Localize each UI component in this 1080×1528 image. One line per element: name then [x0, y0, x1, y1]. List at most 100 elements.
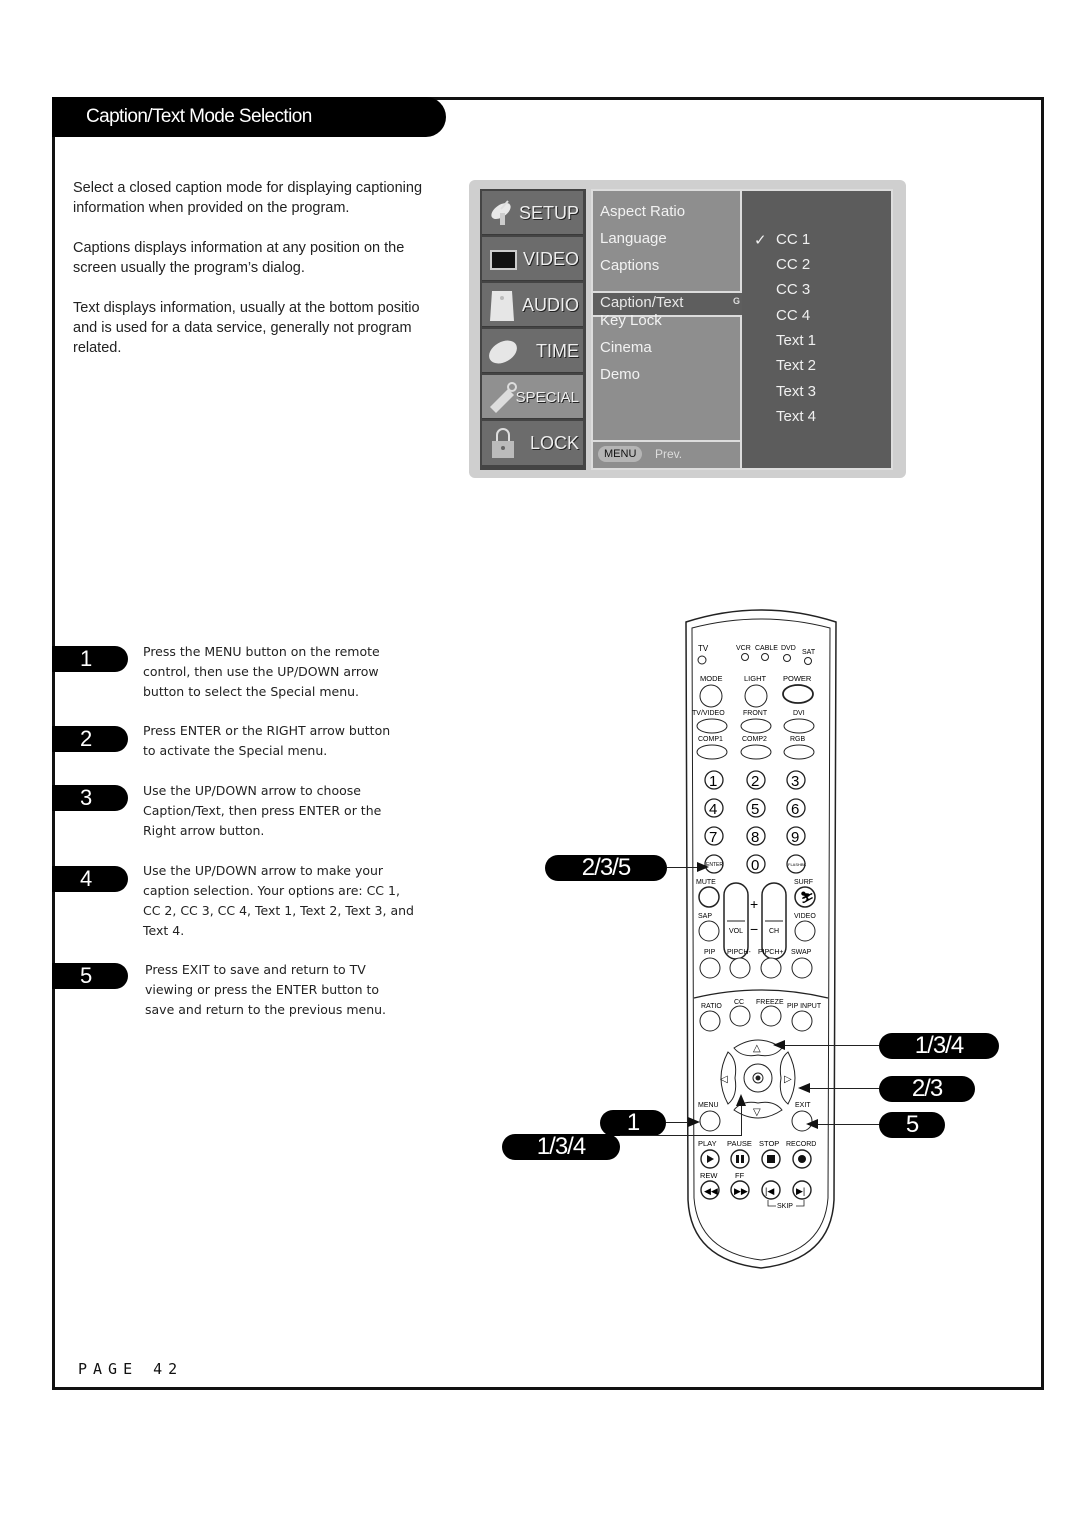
option-cc1[interactable]: CC 1 — [776, 231, 810, 248]
sat-indicator[interactable] — [804, 657, 812, 665]
digit-label: 2 — [751, 773, 759, 790]
option-text2[interactable]: Text 2 — [776, 357, 816, 374]
intro-line: Captions displays information at any pos… — [73, 240, 405, 256]
light-button[interactable] — [744, 684, 768, 708]
arrow-icon — [736, 1094, 746, 1106]
tv-indicator[interactable] — [697, 655, 707, 665]
dvi-button[interactable] — [783, 718, 815, 734]
power-button[interactable] — [782, 684, 814, 704]
step-text: Press the MENU button on the remote cont… — [143, 642, 433, 702]
step-text: Press EXIT to save and return to TV view… — [145, 960, 435, 1020]
flashback-label: FLASHBK — [788, 862, 807, 867]
option-cc2[interactable]: CC 2 — [776, 256, 810, 273]
menu-button[interactable]: MENU — [598, 446, 643, 462]
source-label-vcr: VCR — [736, 645, 751, 652]
dvi-label: DVI — [793, 710, 805, 717]
intro-line: and is used for a data service, generall… — [73, 320, 412, 336]
comp2-label: COMP2 — [742, 736, 767, 743]
submenu-cinema[interactable]: Cinema — [600, 339, 652, 356]
side-item-special[interactable]: SPECIAL — [482, 375, 583, 419]
step-number-badge: 3 — [52, 785, 128, 811]
surf-label: SURF — [794, 879, 813, 886]
vcr-indicator[interactable] — [741, 653, 749, 661]
rgb-button[interactable] — [783, 744, 815, 760]
side-item-audio[interactable]: AUDIO — [482, 283, 583, 327]
submenu-demo[interactable]: Demo — [600, 366, 640, 383]
submenu-captions[interactable]: Captions — [600, 257, 659, 274]
vol-label: VOL — [729, 928, 743, 935]
cable-indicator[interactable] — [761, 653, 769, 661]
rew-label: REW — [700, 1171, 718, 1180]
pause-button[interactable] — [730, 1149, 750, 1169]
intro-text: Select a closed caption mode for display… — [73, 178, 473, 378]
side-item-lock[interactable]: LOCK — [482, 421, 583, 465]
ratio-button[interactable] — [699, 1010, 721, 1032]
pipch-minus-button[interactable] — [729, 957, 751, 979]
rewind-icon: ◀◀ — [704, 1186, 718, 1196]
side-item-video[interactable]: VIDEO — [482, 237, 583, 281]
step-line: CC 2, CC 3, CC 4, Text 1, Text 2, Text 3… — [143, 903, 414, 918]
option-text1[interactable]: Text 1 — [776, 332, 816, 349]
tv-osd-menu: SETUP VIDEO AUDIO TIME SPECIAL LOCK Aspe… — [469, 180, 906, 478]
callout-down: 1/3/4 — [502, 1134, 620, 1160]
fast-forward-icon: ▶▶ — [734, 1186, 748, 1196]
submenu-aspect-ratio[interactable]: Aspect Ratio — [600, 203, 685, 220]
intro-line: screen usually the program’s dialog. — [73, 260, 305, 276]
osd-footer: MENU Prev. — [593, 440, 740, 468]
callout-up: 1/3/4 — [879, 1033, 999, 1059]
prev-label: Prev. — [655, 447, 683, 461]
light-label: LIGHT — [744, 674, 767, 683]
pip-input-button[interactable] — [791, 1010, 813, 1032]
mode-button[interactable] — [699, 684, 723, 708]
section-title: Caption/Text Mode Selection — [52, 97, 446, 137]
step-line: Press ENTER or the RIGHT arrow button — [143, 723, 391, 738]
minus-sign: − — [750, 921, 758, 937]
cc-label: CC — [734, 999, 744, 1006]
comp2-button[interactable] — [740, 744, 772, 760]
step-number-badge: 1 — [52, 646, 128, 672]
callout-enter: 2/3/5 — [545, 855, 667, 881]
option-cc3[interactable]: CC 3 — [776, 281, 810, 298]
play-label: PLAY — [698, 1139, 717, 1148]
source-label-dvd: DVD — [781, 645, 796, 652]
video-button[interactable] — [794, 920, 816, 942]
up-arrow-icon: △ — [753, 1043, 761, 1054]
cc-button[interactable] — [729, 1005, 751, 1027]
comp1-label: COMP1 — [698, 736, 723, 743]
option-text3[interactable]: Text 3 — [776, 383, 816, 400]
option-cc4[interactable]: CC 4 — [776, 307, 810, 324]
video-label: VIDEO — [794, 913, 816, 920]
dvd-indicator[interactable] — [783, 654, 791, 662]
option-text4[interactable]: Text 4 — [776, 408, 816, 425]
osd-submenu: Aspect Ratio Language Captions Caption/T… — [591, 189, 746, 470]
sap-label: SAP — [698, 913, 712, 920]
mute-label: MUTE — [696, 879, 716, 886]
step-number-badge: 2 — [52, 726, 128, 752]
ch-label: CH — [769, 928, 779, 935]
callout-menu: 1 — [600, 1110, 666, 1136]
swap-button[interactable] — [791, 957, 813, 979]
page-number: PAGE 42 — [78, 1360, 184, 1378]
tv-video-button[interactable] — [696, 718, 728, 734]
sap-button[interactable] — [698, 920, 720, 942]
freeze-button[interactable] — [760, 1005, 782, 1027]
step-line: button to select the Special menu. — [143, 684, 360, 699]
side-item-setup[interactable]: SETUP — [482, 191, 583, 235]
pipch-plus-button[interactable] — [760, 957, 782, 979]
pause-label: PAUSE — [727, 1139, 752, 1148]
comp1-button[interactable] — [696, 744, 728, 760]
mute-button[interactable] — [698, 886, 720, 908]
front-button[interactable] — [740, 718, 772, 734]
menu-button-remote[interactable] — [699, 1110, 721, 1132]
pip-input-label: PIP INPUT — [787, 1003, 822, 1010]
side-item-time[interactable]: TIME — [482, 329, 583, 373]
digit-label: 4 — [709, 801, 717, 818]
step-line: save and return to the previous menu. — [145, 1002, 387, 1017]
pip-button[interactable] — [699, 957, 721, 979]
submenu-key-lock[interactable]: Key Lock — [600, 312, 662, 329]
side-item-label: VIDEO — [522, 249, 579, 269]
submenu-language[interactable]: Language — [600, 230, 667, 247]
ok-dot-icon — [755, 1075, 761, 1081]
source-label-cable: CABLE — [755, 645, 778, 652]
digit-label: 8 — [751, 829, 759, 846]
